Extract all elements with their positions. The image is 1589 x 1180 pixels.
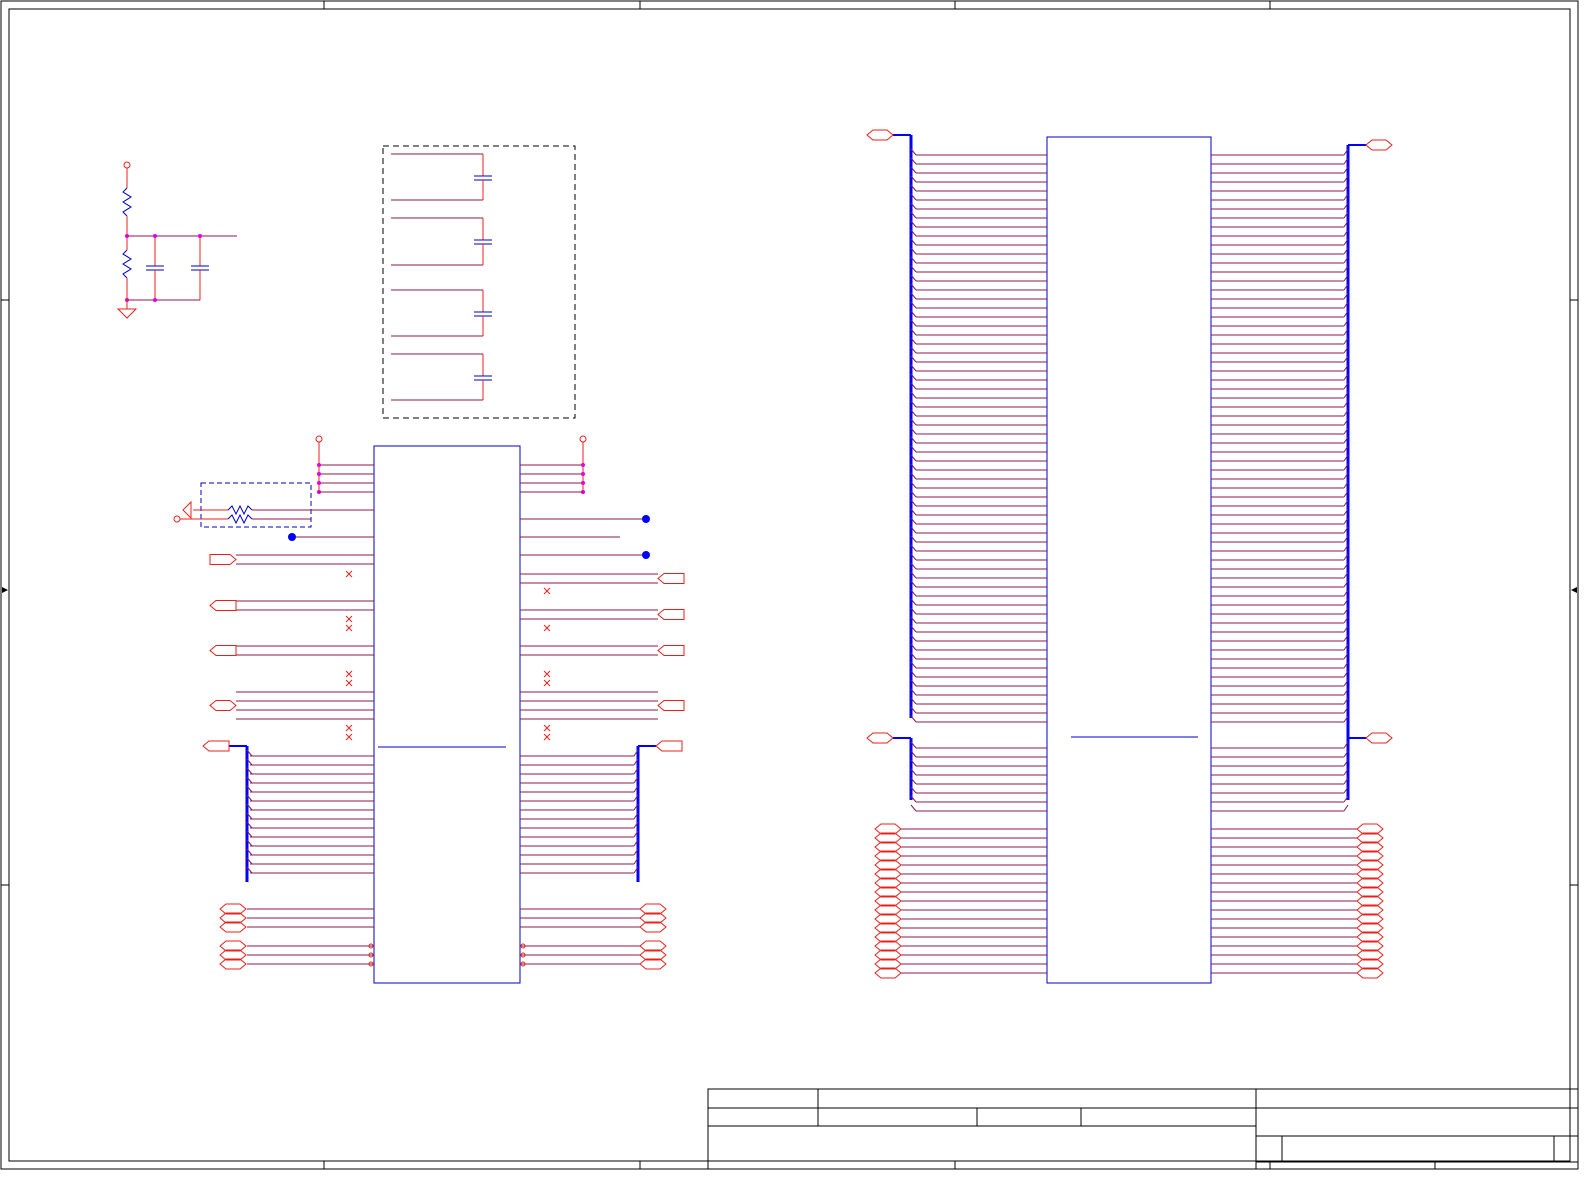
junction-dot xyxy=(125,234,202,302)
voltage-divider-rc-network xyxy=(116,161,237,319)
offpage-connector-icon xyxy=(202,740,230,752)
offpage-connector-icon xyxy=(866,732,894,744)
junction-dot xyxy=(581,472,585,476)
wire xyxy=(910,715,917,723)
offpage-connector-icon xyxy=(657,645,685,656)
schematic-canvas xyxy=(0,0,1579,1170)
offpage-connector-icon xyxy=(655,740,683,752)
schematic-sheet xyxy=(0,0,1589,1180)
offpage-connector-icon xyxy=(866,129,894,141)
offpage-connector-icon xyxy=(209,700,237,711)
offpage-connector-icon xyxy=(209,554,237,565)
resistor-icon xyxy=(227,513,253,525)
power-port-icon xyxy=(315,435,323,443)
left-ic-u1 xyxy=(373,445,521,984)
resistor-icon xyxy=(227,504,253,516)
zone-arrow-left xyxy=(2,587,8,593)
decoupling-capacitor-group xyxy=(382,145,576,419)
junction-dot xyxy=(317,481,321,485)
offpage-connector-icon xyxy=(209,600,237,611)
right-ic-u2 xyxy=(1046,136,1212,984)
offpage-connector-icon xyxy=(657,573,685,584)
junction-dot xyxy=(317,472,321,476)
offpage-connector-icon xyxy=(209,645,237,656)
offpage-connector-icon xyxy=(1365,732,1393,744)
test-point-icon xyxy=(642,515,650,523)
offpage-connector-icon xyxy=(1365,139,1393,151)
junction-dot xyxy=(581,481,585,485)
test-point-icon xyxy=(642,551,650,559)
junction-dot xyxy=(317,463,321,467)
wire xyxy=(1343,804,1349,812)
ground-icon xyxy=(116,308,138,319)
zone-arrow-right xyxy=(1571,587,1577,593)
wire xyxy=(910,804,917,812)
power-arrow-icon xyxy=(182,500,192,520)
test-point-icon xyxy=(288,533,296,541)
sheet-border xyxy=(0,0,1579,1170)
title-block xyxy=(707,1088,1579,1170)
resistor-icon xyxy=(122,249,132,279)
offpage-connector-icon xyxy=(657,700,685,711)
reset-resistor-network xyxy=(173,482,374,528)
offpage-connector-icon xyxy=(657,609,685,620)
power-port-icon xyxy=(579,435,587,443)
junction-dot xyxy=(581,463,585,467)
resistor-icon xyxy=(122,187,132,217)
